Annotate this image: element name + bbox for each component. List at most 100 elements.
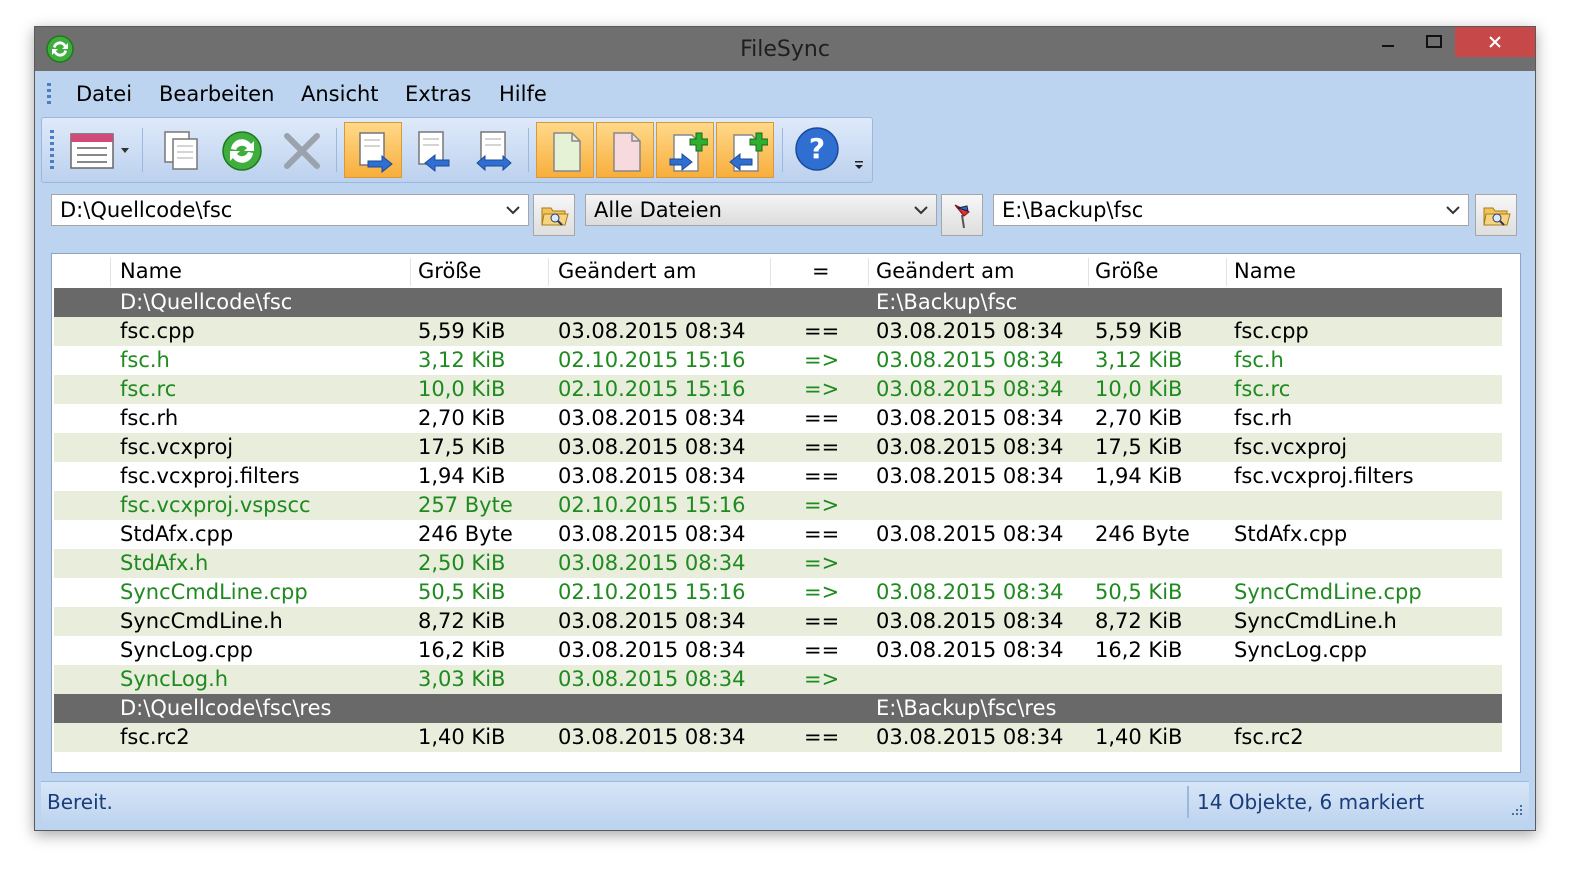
- minimize-icon: [1382, 45, 1394, 47]
- toolbar-grip[interactable]: [50, 130, 54, 170]
- copy-right-button[interactable]: [344, 122, 402, 178]
- column-header-size[interactable]: Größe: [418, 254, 481, 288]
- left-path-combo[interactable]: D:\Quellcode\fsc: [51, 194, 529, 226]
- cell-right-name: fsc.cpp: [1234, 319, 1309, 343]
- delete-button[interactable]: [272, 122, 330, 178]
- cell-left-date: 03.08.2015 08:34: [558, 464, 746, 488]
- file-row[interactable]: fsc.rh 2,70 KiB 03.08.2015 08:34 == 03.08.20…: [54, 404, 1502, 433]
- column-divider[interactable]: [548, 258, 549, 286]
- column-divider[interactable]: [410, 258, 411, 286]
- filter-combo[interactable]: Alle Dateien: [585, 194, 937, 226]
- file-compare-list[interactable]: Name Größe Geändert am = Geändert am Grö…: [51, 253, 1521, 773]
- add-left-button[interactable]: [716, 122, 774, 178]
- minimize-button[interactable]: [1365, 27, 1411, 57]
- cell-left-name: fsc.h: [120, 348, 170, 372]
- folder-row[interactable]: D:\Quellcode\fsc\res E:\Backup\fsc\res: [54, 694, 1502, 723]
- column-header-compare[interactable]: =: [812, 254, 830, 288]
- filter-button[interactable]: [941, 194, 983, 236]
- column-header-name[interactable]: Name: [120, 254, 182, 288]
- column-header-size-right[interactable]: Größe: [1095, 254, 1158, 288]
- menu-hilfe[interactable]: Hilfe: [499, 82, 547, 106]
- maximize-icon: [1426, 35, 1442, 48]
- file-row[interactable]: fsc.h 3,12 KiB 02.10.2015 15:16 => 03.08.201…: [54, 346, 1502, 375]
- cell-left-size: 2,50 KiB: [418, 551, 506, 575]
- refresh-button[interactable]: [212, 122, 270, 178]
- file-row[interactable]: fsc.rc 10,0 KiB 02.10.2015 15:16 => 03.08.20…: [54, 375, 1502, 404]
- menu-ansicht[interactable]: Ansicht: [301, 82, 379, 106]
- browse-right-button[interactable]: [1475, 194, 1517, 236]
- cell-right-size: 2,70 KiB: [1095, 406, 1183, 430]
- file-row[interactable]: SyncLog.h 3,03 KiB 03.08.2015 08:34 =>: [54, 665, 1502, 694]
- file-row[interactable]: fsc.vcxproj.vspscc 257 Byte 02.10.2015 15:…: [54, 491, 1502, 520]
- folder-row[interactable]: D:\Quellcode\fsc E:\Backup\fsc: [54, 288, 1502, 317]
- cell-left-name: SyncCmdLine.cpp: [120, 580, 308, 604]
- cell-right-size: 1,94 KiB: [1095, 464, 1183, 488]
- cell-left-name: fsc.vcxproj.filters: [120, 464, 300, 488]
- copy-both-icon: [476, 131, 512, 172]
- cell-left-size: 50,5 KiB: [418, 580, 506, 604]
- column-divider[interactable]: [110, 258, 111, 286]
- resize-grip-icon[interactable]: [1509, 802, 1523, 816]
- column-divider[interactable]: [1226, 258, 1227, 286]
- menu-datei[interactable]: Datei: [76, 82, 132, 106]
- cell-left-size: 16,2 KiB: [418, 638, 506, 662]
- cell-left-size: 3,03 KiB: [418, 667, 506, 691]
- file-row[interactable]: fsc.vcxproj.filters 1,94 KiB 03.08.2015 08…: [54, 462, 1502, 491]
- chevron-down-icon: [1446, 206, 1460, 215]
- cell-left-date: 03.08.2015 08:34: [558, 522, 746, 546]
- right-path-combo[interactable]: E:\Backup\fsc: [993, 194, 1469, 226]
- add-right-button[interactable]: [656, 122, 714, 178]
- browse-left-button[interactable]: [533, 194, 575, 236]
- menu-bearbeiten[interactable]: Bearbeiten: [159, 82, 274, 106]
- view-options-button[interactable]: [60, 122, 136, 178]
- file-row[interactable]: SyncCmdLine.cpp 50,5 KiB 02.10.2015 15:16 =…: [54, 578, 1502, 607]
- selection-count: 14 Objekte, 6 markiert: [1197, 790, 1425, 814]
- cell-left-date: 03.08.2015 08:34: [558, 725, 746, 749]
- title-bar[interactable]: FileSync: [35, 27, 1535, 71]
- cell-left-date: 02.10.2015 15:16: [558, 377, 746, 401]
- chevron-down-icon: [855, 161, 863, 169]
- new-file-right-button[interactable]: [596, 122, 654, 178]
- filesync-window: FileSync Datei Bearbeiten Ansicht Extras…: [34, 26, 1536, 831]
- cell-left-date: 03.08.2015 08:34: [558, 435, 746, 459]
- window-title: FileSync: [740, 37, 830, 62]
- copy-both-button[interactable]: [464, 122, 522, 178]
- file-row[interactable]: fsc.vcxproj 17,5 KiB 03.08.2015 08:34 == 03.…: [54, 433, 1502, 462]
- cell-left-size: 17,5 KiB: [418, 435, 506, 459]
- left-path-value: D:\Quellcode\fsc: [60, 198, 233, 222]
- copy-button[interactable]: [152, 122, 210, 178]
- file-row[interactable]: SyncCmdLine.h 8,72 KiB 03.08.2015 08:34 == 0…: [54, 607, 1502, 636]
- view-options-icon: [70, 133, 129, 169]
- refresh-icon: [222, 131, 262, 171]
- cell-right-name: SyncCmdLine.h: [1234, 609, 1397, 633]
- column-divider[interactable]: [770, 258, 771, 286]
- menu-bar: Datei Bearbeiten Ansicht Extras Hilfe: [41, 73, 1529, 117]
- column-header-modified[interactable]: Geändert am: [558, 254, 697, 288]
- cell-compare: =>: [804, 348, 840, 372]
- file-row[interactable]: StdAfx.h 2,50 KiB 03.08.2015 08:34 =>: [54, 549, 1502, 578]
- menu-grip[interactable]: [47, 83, 51, 105]
- cell-right-size: 246 Byte: [1095, 522, 1190, 546]
- cell-compare: ==: [804, 609, 840, 633]
- maximize-button[interactable]: [1411, 27, 1457, 57]
- folder-browse-icon: [1483, 207, 1511, 226]
- help-button[interactable]: ?: [788, 122, 846, 178]
- copy-left-button[interactable]: [404, 122, 462, 178]
- cell-left-date: 03.08.2015 08:34: [558, 609, 746, 633]
- menu-extras[interactable]: Extras: [405, 82, 471, 106]
- file-row[interactable]: StdAfx.cpp 246 Byte 03.08.2015 08:34 == 03.0…: [54, 520, 1502, 549]
- cell-left-name: StdAfx.h: [120, 551, 209, 575]
- file-row[interactable]: fsc.cpp 5,59 KiB 03.08.2015 08:34 == 03.08.2…: [54, 317, 1502, 346]
- column-divider[interactable]: [868, 258, 869, 286]
- help-icon: ?: [795, 127, 839, 171]
- new-file-left-button[interactable]: [536, 122, 594, 178]
- cell-compare: =>: [804, 667, 840, 691]
- column-divider[interactable]: [1088, 258, 1089, 286]
- close-button[interactable]: [1455, 27, 1535, 57]
- toolbar-overflow-button[interactable]: [854, 160, 864, 173]
- column-header-modified-right[interactable]: Geändert am: [876, 254, 1015, 288]
- cell-left-size: 10,0 KiB: [418, 377, 506, 401]
- file-row[interactable]: fsc.rc2 1,40 KiB 03.08.2015 08:34 == 03.08.2…: [54, 723, 1502, 752]
- file-row[interactable]: SyncLog.cpp 16,2 KiB 03.08.2015 08:34 == 03.…: [54, 636, 1502, 665]
- column-header-name-right[interactable]: Name: [1234, 254, 1296, 288]
